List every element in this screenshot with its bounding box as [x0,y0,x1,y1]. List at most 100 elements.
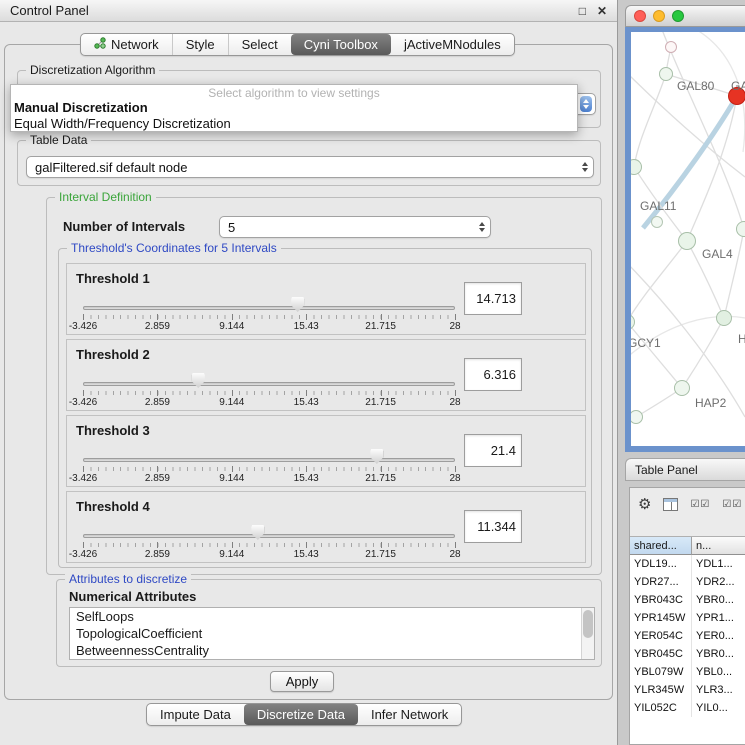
menu-item-manual-discretization[interactable]: Manual Discretization [11,100,577,116]
network-node[interactable] [716,310,732,326]
tab-network[interactable]: Network [81,34,172,55]
threshold-slider[interactable]: -3.4262.8599.14415.4321.71528 [83,368,455,410]
threshold-slider[interactable]: -3.4262.8599.14415.4321.71528 [83,444,455,486]
slider-major-ticks [83,542,455,548]
table-cell[interactable]: YIL052C [630,699,692,717]
gear-icon[interactable]: ⚙ [638,495,651,513]
table-toolbar: ⚙ ☑☑ ☑☑ [630,488,745,520]
list-item[interactable]: SelfLoops [70,608,594,625]
table-cell[interactable]: YBR0... [692,591,745,609]
table-cell[interactable]: YLR3... [692,681,745,699]
network-node-label: HAP2 [695,396,726,410]
slider-track[interactable] [83,458,455,462]
menu-item-equal-width-frequency[interactable]: Equal Width/Frequency Discretization [11,116,577,132]
table-cell[interactable]: YDL1... [692,555,745,573]
list-item[interactable]: BetweennessCentrality [70,642,594,659]
num-intervals-combobox[interactable]: 5 [219,216,491,238]
threshold-slider[interactable]: -3.4262.8599.14415.4321.71528 [83,520,455,562]
tab-select[interactable]: Select [228,34,291,55]
table-cell[interactable]: YER054C [630,627,692,645]
network-window-titlebar[interactable] [625,5,745,27]
table-cell[interactable]: YLR345W [630,681,692,699]
apply-button[interactable]: Apply [270,671,334,692]
network-node-label: GCY1 [631,336,661,350]
axis-tick-label: -3.426 [69,397,97,408]
zoom-traffic-light-icon[interactable] [672,10,684,22]
threshold-slider[interactable]: -3.4262.8599.14415.4321.71528 [83,292,455,334]
close-window-icon[interactable]: ✕ [597,4,607,18]
minimize-traffic-light-icon[interactable] [653,10,665,22]
close-traffic-light-icon[interactable] [634,10,646,22]
threshold-value-field[interactable]: 11.344 [464,510,522,543]
axis-tick-label: 2.859 [145,397,170,408]
axis-tick-label: 28 [449,473,460,484]
table-row[interactable]: YDL19...YDL1... [630,555,745,573]
table-row[interactable]: YBL079WYBL0... [630,663,745,681]
table-cell[interactable]: YBL0... [692,663,745,681]
tab-impute-data[interactable]: Impute Data [147,704,244,725]
tab-cyni-toolbox[interactable]: Cyni Toolbox [291,34,391,55]
axis-tick-label: 28 [449,549,460,560]
list-item[interactable]: TopologicalCoefficient [70,625,594,642]
control-panel-titlebar[interactable]: Control Panel □ ✕ [0,0,617,22]
table-row[interactable]: YBR045CYBR0... [630,645,745,663]
table-cell[interactable]: YER0... [692,627,745,645]
tab-jactivemnodules[interactable]: jActiveMNodules [391,34,514,55]
column-header-name[interactable]: n... [692,537,745,555]
axis-tick-label: 2.859 [145,321,170,332]
table-cell[interactable]: YBR043C [630,591,692,609]
network-node[interactable] [665,41,677,53]
numerical-attributes-label: Numerical Attributes [69,589,196,604]
threshold-value-field[interactable]: 21.4 [464,434,522,467]
threshold-value-field[interactable]: 6.316 [464,358,522,391]
network-node[interactable] [659,67,673,81]
table-panel-titlebar[interactable]: Table Panel [625,458,745,481]
show-columns-icon[interactable] [663,498,678,511]
slider-axis-labels: -3.4262.8599.14415.4321.71528 [83,549,455,560]
group-title: Threshold's Coordinates for 5 Intervals [67,241,281,255]
slider-axis-labels: -3.4262.8599.14415.4321.71528 [83,473,455,484]
slider-track[interactable] [83,534,455,538]
float-window-icon[interactable]: □ [579,4,586,18]
threshold-panel: Threshold 4 -3.4262.8599.14415.4321.7152… [66,491,586,563]
table-cell[interactable]: YBR0... [692,645,745,663]
table-cell[interactable]: YPR145W [630,609,692,627]
slider-track[interactable] [83,382,455,386]
table-cell[interactable]: YBR045C [630,645,692,663]
network-node-label: H [738,332,745,346]
scrollbar-thumb[interactable] [583,610,593,638]
select-all-rows-icon[interactable]: ☑☑ [690,499,710,510]
network-node[interactable] [678,232,696,250]
table-row[interactable]: YLR345WYLR3... [630,681,745,699]
table-row[interactable]: YDR27...YDR2... [630,573,745,591]
network-node[interactable] [674,380,690,396]
table-cell[interactable]: YDR27... [630,573,692,591]
table-cell[interactable]: YDL19... [630,555,692,573]
tab-label: Cyni Toolbox [304,37,378,52]
table-row[interactable]: YBR043CYBR0... [630,591,745,609]
column-header-shared-name[interactable]: shared... [630,537,692,555]
table-cell[interactable]: YIL0... [692,699,745,717]
table-cell[interactable]: YDR2... [692,573,745,591]
network-canvas[interactable]: GAL80GAGAL11GAL4GCY1HHAP2 [631,32,745,446]
table-cell[interactable]: YPR1... [692,609,745,627]
network-node[interactable] [651,216,663,228]
slider-track[interactable] [83,306,455,310]
table-data-combobox[interactable]: galFiltered.sif default node [26,156,594,178]
tab-discretize-data[interactable]: Discretize Data [244,704,358,725]
select-all-columns-icon[interactable]: ☑☑ [722,499,742,510]
table-panel: ⚙ ☑☑ ☑☑ shared... n... YDL19...YDL1...YD… [629,487,745,745]
numerical-attributes-list[interactable]: SelfLoopsTopologicalCoefficientBetweenne… [69,607,595,660]
table-row[interactable]: YER054CYER0... [630,627,745,645]
combo-stepper-icon [582,162,588,172]
table-row[interactable]: YIL052CYIL0... [630,699,745,717]
network-node[interactable] [736,221,745,237]
threshold-value-field[interactable]: 14.713 [464,282,522,315]
table-row[interactable]: YPR145WYPR1... [630,609,745,627]
table-cell[interactable]: YBL079W [630,663,692,681]
tab-style[interactable]: Style [172,34,228,55]
network-tab-icon [94,37,106,52]
tab-infer-network[interactable]: Infer Network [358,704,461,725]
scrollbar[interactable] [581,608,594,659]
tab-label: Select [242,37,278,52]
